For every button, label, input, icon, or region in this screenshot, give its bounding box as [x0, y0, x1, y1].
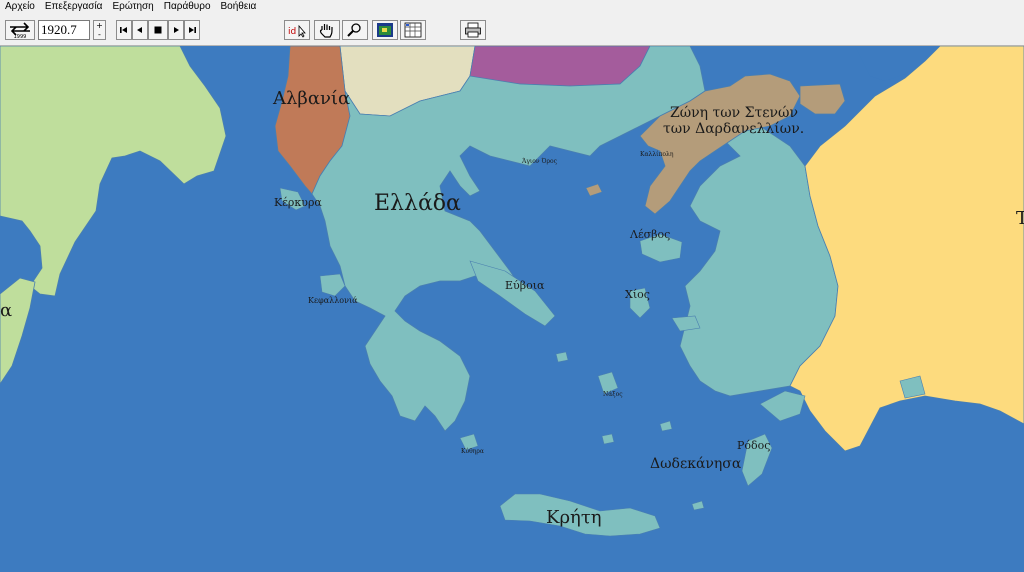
step-forward-icon	[174, 27, 179, 33]
label-kythira: Κύθηρα	[461, 448, 484, 455]
magnifier-icon	[347, 23, 361, 37]
print-button[interactable]	[460, 20, 486, 40]
label-albania: Αλβανία	[272, 88, 350, 109]
menu-bar: Αρχείο Επεξεργασία Ερώτηση Παράθυρο Βοήθ…	[0, 0, 1024, 13]
timeline-badge: 1999	[14, 34, 27, 39]
timeline-icon: 1999	[10, 22, 30, 39]
year-spinner[interactable]: + -	[93, 20, 106, 40]
label-greece: Ελλάδα	[374, 191, 461, 216]
menu-edit[interactable]: Επεξεργασία	[40, 1, 108, 12]
toolbar: 1999 1920.7 + - id	[0, 13, 1024, 46]
step-back-icon	[137, 27, 142, 33]
identify-text: id	[288, 27, 296, 37]
timeline-button[interactable]: 1999	[5, 20, 35, 40]
label-crete: Κρήτη	[546, 507, 602, 528]
label-dodecanese: Δωδεκάνησα	[650, 456, 742, 472]
label-rhodes: Ρόδος	[737, 439, 770, 452]
spinner-up-icon[interactable]: +	[94, 21, 105, 30]
label-straits-line2: των Δαρδανελλίων.	[663, 120, 804, 137]
first-button[interactable]	[116, 20, 132, 40]
printer-icon	[465, 22, 481, 38]
label-italy-partial: α	[0, 300, 12, 321]
menu-window[interactable]: Παράθυρο	[159, 1, 216, 12]
hand-icon	[319, 24, 333, 38]
stop-button[interactable]	[148, 20, 168, 40]
label-chios: Χίος	[625, 288, 650, 301]
label-straits-line1: Ζώνη των Στενών	[670, 105, 798, 121]
small-island-c	[555, 351, 569, 363]
grid-view-button[interactable]	[400, 20, 426, 40]
pan-button[interactable]	[314, 20, 340, 40]
prev-button[interactable]	[132, 20, 148, 40]
next-button[interactable]	[168, 20, 184, 40]
label-naxos: Νάξος	[603, 391, 623, 398]
year-input[interactable]: 1920.7	[38, 20, 90, 40]
label-mount-athos: Άγιον Όρος	[521, 158, 558, 165]
label-kallipoli: Καλλίπολη	[640, 151, 674, 158]
map-window-icon	[377, 23, 393, 37]
label-lesvos: Λέσβος	[629, 228, 670, 241]
label-corfu: Κέρκυρα	[274, 196, 322, 209]
spinner-down-icon[interactable]: -	[94, 30, 105, 39]
label-evia: Εύβοια	[505, 279, 545, 292]
small-island-e	[601, 433, 615, 445]
grid-icon	[404, 22, 422, 38]
last-button[interactable]	[184, 20, 200, 40]
identify-icon: id	[288, 24, 306, 38]
stop-icon	[154, 26, 162, 34]
skip-forward-icon	[189, 27, 196, 33]
map-view-button[interactable]	[372, 20, 398, 40]
label-kefalonia: Κεφαλλονιά	[308, 296, 358, 305]
menu-query[interactable]: Ερώτηση	[107, 1, 158, 12]
skip-back-icon	[120, 27, 127, 33]
label-turkey-partial: T	[1016, 208, 1024, 229]
menu-help[interactable]: Βοήθεια	[216, 1, 262, 12]
map-canvas[interactable]: Αλβανία Ελλάδα Ζώνη των Στενών των Δαρδα…	[0, 46, 1024, 572]
identify-button[interactable]: id	[284, 20, 310, 40]
menu-file[interactable]: Αρχείο	[0, 1, 40, 12]
zoom-button[interactable]	[342, 20, 368, 40]
